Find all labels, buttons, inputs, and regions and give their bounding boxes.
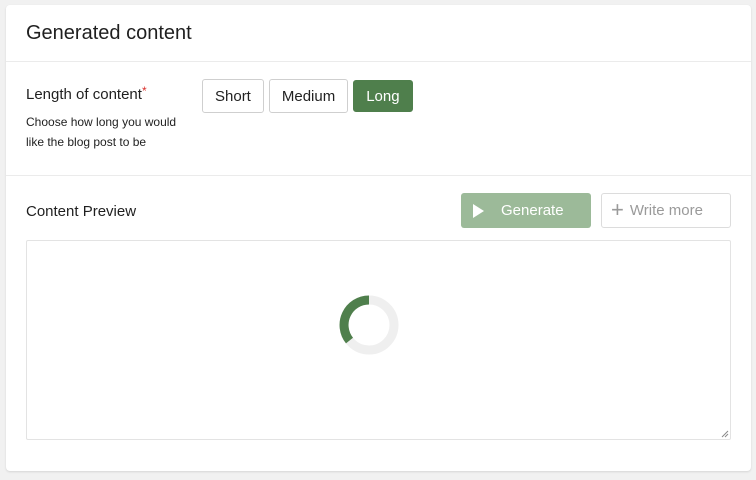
card-title: Generated content bbox=[26, 22, 192, 44]
play-icon bbox=[473, 203, 484, 218]
length-options: Short Medium Long bbox=[202, 79, 413, 113]
length-option-short[interactable]: Short bbox=[202, 79, 264, 113]
content-preview-textarea[interactable] bbox=[26, 240, 731, 440]
generate-button-label: Generate bbox=[501, 202, 564, 219]
length-label-text: Length of content bbox=[26, 86, 142, 103]
generate-button[interactable]: Generate bbox=[461, 193, 591, 228]
resize-grip-icon[interactable] bbox=[721, 430, 729, 438]
length-label: Length of content* bbox=[26, 84, 147, 103]
length-option-long[interactable]: Long bbox=[353, 80, 413, 112]
required-mark: * bbox=[141, 84, 147, 98]
write-more-button-label: Write more bbox=[629, 202, 703, 219]
plus-icon: + bbox=[611, 196, 624, 222]
length-help-text: Choose how long you would like the blog … bbox=[26, 115, 177, 149]
length-option-medium[interactable]: Medium bbox=[268, 79, 349, 113]
generated-content-card: Generated content Length of content* Cho… bbox=[6, 5, 751, 471]
card-header: Generated content bbox=[6, 5, 751, 62]
spinner-icon bbox=[339, 295, 399, 355]
preview-section: Content Preview Generate + Write more bbox=[6, 176, 751, 470]
preview-label: Content Preview bbox=[26, 203, 137, 220]
write-more-button[interactable]: + Write more bbox=[601, 193, 731, 228]
length-section: Length of content* Choose how long you w… bbox=[6, 62, 751, 176]
